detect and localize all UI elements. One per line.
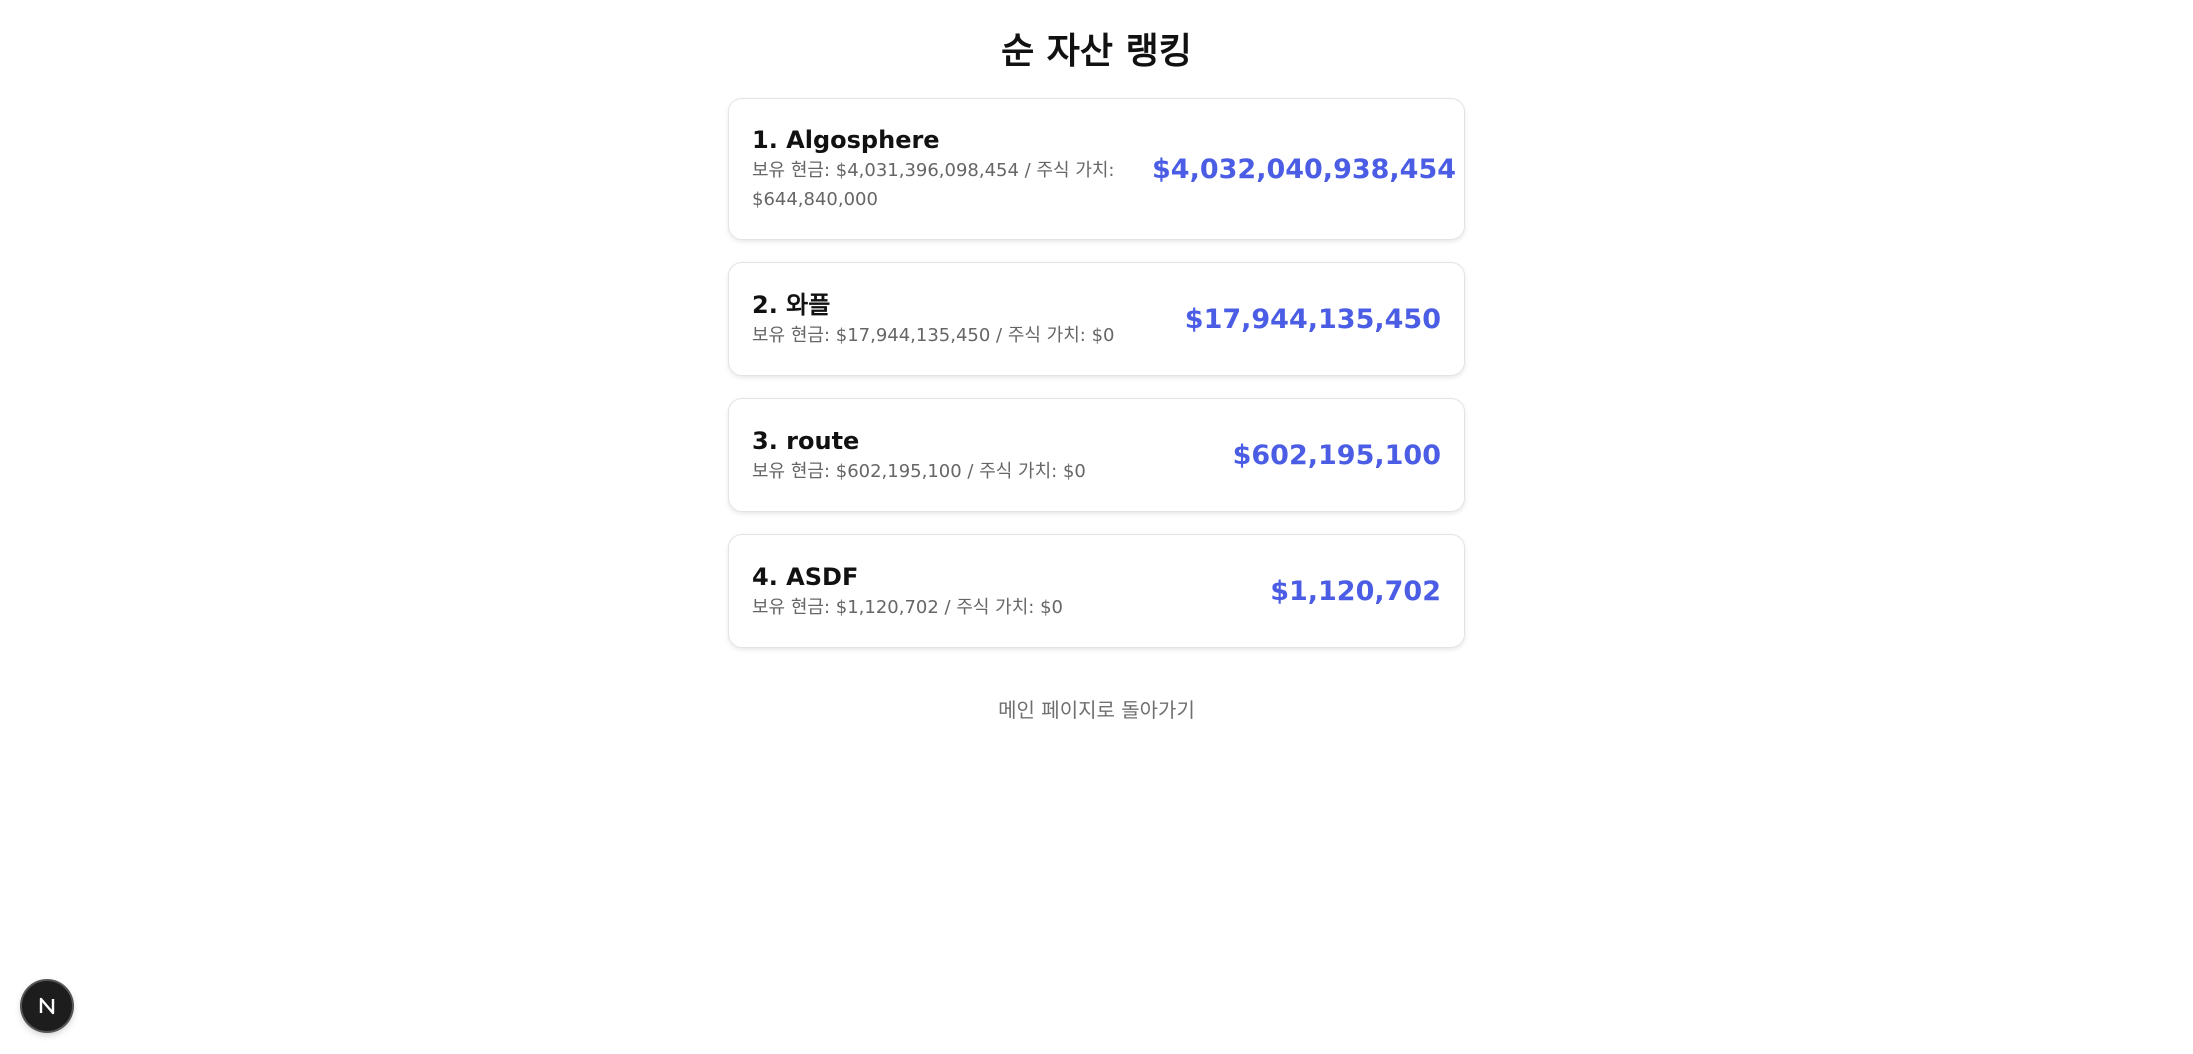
ranking-total: $4,032,040,938,454 <box>1152 153 1457 185</box>
ranking-name: 4. ASDF <box>752 562 859 591</box>
ranking-detail: 보유 현금: $1,120,702 / 주식 가치: $0 <box>752 596 1063 618</box>
dev-tools-badge-button[interactable] <box>22 981 72 1031</box>
ranking-name: 3. route <box>752 426 860 455</box>
ranking-card-info: 1. Algosphere 보유 현금: $4,031,396,098,454 … <box>752 124 1152 214</box>
ranking-detail: 보유 현금: $4,031,396,098,454 / 주식 가치: $644,… <box>752 160 1115 210</box>
ranking-name: 1. Algosphere <box>752 126 940 154</box>
ranking-card: 4. ASDF 보유 현금: $1,120,702 / 주식 가치: $0 $1… <box>728 534 1465 648</box>
ranking-name: 2. 와플 <box>752 290 831 319</box>
ranking-page: 순 자산 랭킹 1. Algosphere 보유 현금: $4,031,396,… <box>0 0 2193 1054</box>
ranking-detail: 보유 현금: $602,195,100 / 주식 가치: $0 <box>752 460 1086 482</box>
ranking-total: $1,120,702 <box>1270 575 1441 607</box>
ranking-total: $602,195,100 <box>1232 439 1441 471</box>
page-title: 순 자산 랭킹 <box>1001 31 1192 72</box>
ranking-total: $17,944,135,450 <box>1184 303 1441 335</box>
ranking-detail: 보유 현금: $17,944,135,450 / 주식 가치: $0 <box>752 324 1115 346</box>
ranking-card-info: 2. 와플 보유 현금: $17,944,135,450 / 주식 가치: $0 <box>752 289 1115 350</box>
ranking-card-info: 4. ASDF 보유 현금: $1,120,702 / 주식 가치: $0 <box>752 561 1063 622</box>
ranking-card: 2. 와플 보유 현금: $17,944,135,450 / 주식 가치: $0… <box>728 262 1465 376</box>
ranking-card: 3. route 보유 현금: $602,195,100 / 주식 가치: $0… <box>728 398 1465 512</box>
back-to-main-link[interactable]: 메인 페이지로 돌아가기 <box>0 694 2193 723</box>
ranking-list: 1. Algosphere 보유 현금: $4,031,396,098,454 … <box>728 98 1465 670</box>
ranking-card-info: 3. route 보유 현금: $602,195,100 / 주식 가치: $0 <box>752 425 1086 486</box>
ranking-card: 1. Algosphere 보유 현금: $4,031,396,098,454 … <box>728 98 1465 240</box>
n-logo-icon <box>39 997 55 1015</box>
